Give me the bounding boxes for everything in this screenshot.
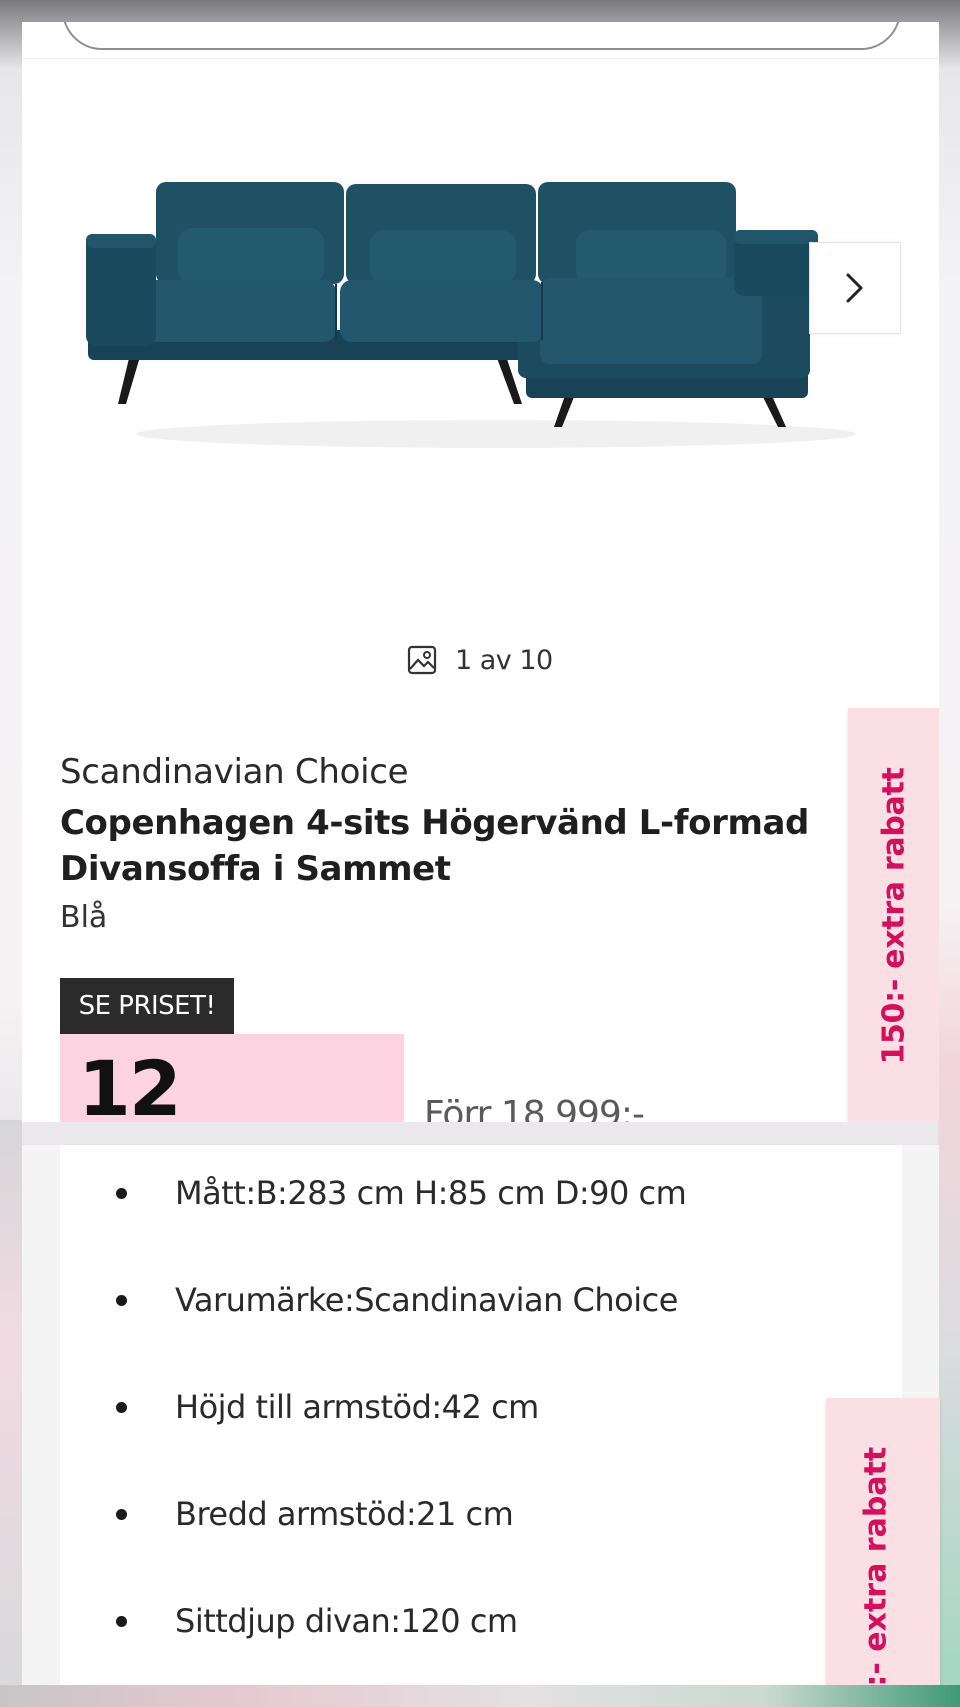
price-badge: SE PRISET!	[60, 978, 234, 1034]
product-card: 1 av 10 Scandinavian Choice Copenhagen 4…	[22, 22, 939, 1122]
product-image[interactable]	[86, 142, 906, 462]
divider	[22, 58, 939, 59]
spec-item: Mått:B:283 cm H:85 cm D:90 cm	[60, 1168, 687, 1218]
old-price: Förr 18 999:-	[424, 1094, 645, 1122]
background-bottom-bar	[0, 1685, 960, 1707]
spec-item: Bredd armstöd:21 cm	[60, 1489, 514, 1539]
discount-tab-secondary[interactable]: 150:- extra rabatt	[826, 1398, 940, 1698]
search-bar[interactable]	[62, 22, 901, 50]
spec-label: Höjd till armstöd:42 cm	[175, 1388, 539, 1426]
discount-tab-label: 150:- extra rabatt	[876, 766, 911, 1065]
background-glow-left	[0, 1120, 22, 1680]
background-glow-right	[938, 900, 960, 1700]
spec-item: Höjd till armstöd:42 cm	[60, 1382, 539, 1432]
image-counter: 1 av 10	[407, 640, 553, 680]
bullet	[116, 1294, 127, 1306]
price-box: 12 999:-	[60, 1034, 404, 1122]
spec-label: Varumärke:Scandinavian Choice	[175, 1281, 678, 1319]
product-color: Blå	[60, 900, 108, 935]
current-price: 12 999:-	[78, 1044, 182, 1122]
image-counter-text: 1 av 10	[455, 644, 553, 676]
spec-label: Mått:B:283 cm H:85 cm D:90 cm	[175, 1174, 687, 1212]
spec-label: Bredd armstöd:21 cm	[175, 1495, 514, 1533]
bullet	[116, 1508, 127, 1520]
discount-tab-secondary-label: 150:- extra rabatt	[858, 1446, 894, 1698]
specs-card: Mått:B:283 cm H:85 cm D:90 cm Varumärke:…	[22, 1145, 939, 1685]
spec-item: Sittdjup divan:120 cm	[60, 1596, 518, 1646]
product-title: Copenhagen 4-sits Högervänd L-formad Div…	[60, 803, 809, 889]
spec-item: Varumärke:Scandinavian Choice	[60, 1275, 678, 1325]
specs-panel: Mått:B:283 cm H:85 cm D:90 cm Varumärke:…	[60, 1145, 902, 1685]
bullet	[116, 1187, 127, 1199]
next-image-button[interactable]	[809, 242, 901, 334]
discount-tab[interactable]: 150:- extra rabatt	[848, 708, 939, 1122]
spec-label: Sittdjup divan:120 cm	[175, 1602, 518, 1640]
product-brand[interactable]: Scandinavian Choice	[60, 752, 409, 792]
chevron-right-icon	[846, 273, 863, 303]
gallery-image-icon	[407, 645, 437, 675]
bullet	[116, 1615, 127, 1627]
bullet	[116, 1401, 127, 1413]
